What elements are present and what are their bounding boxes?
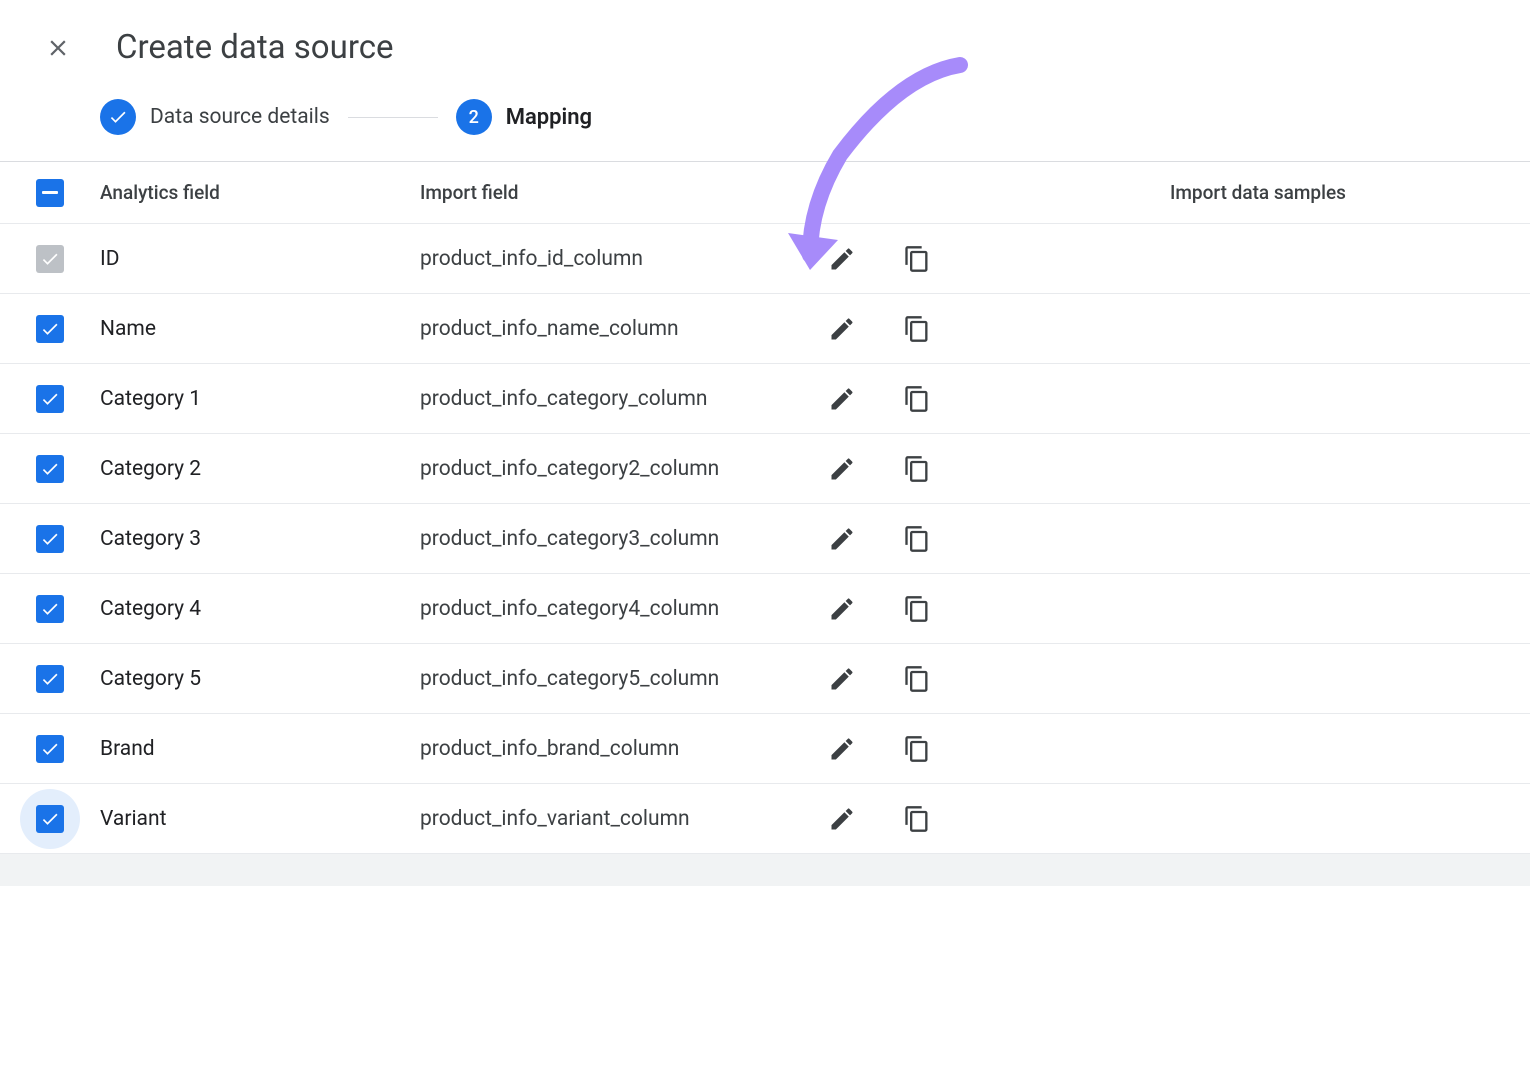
pencil-icon	[828, 735, 856, 763]
row-checkbox	[36, 245, 64, 273]
copy-button[interactable]	[895, 377, 939, 421]
step-1-label: Data source details	[150, 105, 330, 129]
table-row: Brandproduct_info_brand_column	[0, 714, 1530, 784]
copy-icon	[903, 735, 931, 763]
step-1-badge	[100, 99, 136, 135]
import-field-value: product_info_category4_column	[420, 597, 820, 621]
pencil-icon	[828, 595, 856, 623]
edit-button[interactable]	[820, 797, 864, 841]
edit-button[interactable]	[820, 587, 864, 631]
edit-button[interactable]	[820, 657, 864, 701]
analytics-field-value: Category 1	[100, 387, 420, 411]
pencil-icon	[828, 455, 856, 483]
edit-button[interactable]	[820, 727, 864, 771]
analytics-field-value: ID	[100, 247, 420, 271]
table-row: Nameproduct_info_name_column	[0, 294, 1530, 364]
table-row: Category 4product_info_category4_column	[0, 574, 1530, 644]
analytics-field-value: Category 5	[100, 667, 420, 691]
row-checkbox[interactable]	[36, 315, 64, 343]
analytics-field-value: Variant	[100, 807, 420, 831]
import-field-value: product_info_category3_column	[420, 527, 820, 551]
step-1[interactable]: Data source details	[100, 99, 330, 135]
copy-button[interactable]	[895, 657, 939, 701]
analytics-field-value: Category 3	[100, 527, 420, 551]
step-2-label: Mapping	[506, 105, 592, 130]
copy-icon	[903, 805, 931, 833]
copy-button[interactable]	[895, 447, 939, 491]
import-field-value: product_info_category5_column	[420, 667, 820, 691]
copy-icon	[903, 315, 931, 343]
pencil-icon	[828, 315, 856, 343]
edit-button[interactable]	[820, 237, 864, 281]
row-checkbox[interactable]	[36, 455, 64, 483]
copy-icon	[903, 595, 931, 623]
close-icon	[45, 35, 71, 61]
pencil-icon	[828, 805, 856, 833]
copy-button[interactable]	[895, 797, 939, 841]
column-import-samples: Import data samples	[970, 181, 1490, 204]
analytics-field-value: Name	[100, 317, 420, 341]
edit-button[interactable]	[820, 447, 864, 491]
copy-icon	[903, 245, 931, 273]
stepper: Data source details 2 Mapping	[0, 85, 1530, 162]
close-button[interactable]	[40, 30, 76, 66]
check-icon	[108, 107, 128, 127]
pencil-icon	[828, 385, 856, 413]
row-checkbox[interactable]	[36, 665, 64, 693]
import-field-value: product_info_id_column	[420, 247, 820, 271]
dialog-title: Create data source	[116, 28, 393, 67]
analytics-field-value: Category 2	[100, 457, 420, 481]
copy-icon	[903, 525, 931, 553]
column-analytics-field: Analytics field	[100, 181, 420, 204]
copy-button[interactable]	[895, 237, 939, 281]
table-row: Category 1product_info_category_column	[0, 364, 1530, 434]
import-field-value: product_info_brand_column	[420, 737, 820, 761]
step-divider	[348, 117, 438, 118]
pencil-icon	[828, 245, 856, 273]
table-row: Category 3product_info_category3_column	[0, 504, 1530, 574]
analytics-field-value: Category 4	[100, 597, 420, 621]
table-row: Category 5product_info_category5_column	[0, 644, 1530, 714]
analytics-field-value: Brand	[100, 737, 420, 761]
import-field-value: product_info_category_column	[420, 387, 820, 411]
row-checkbox[interactable]	[36, 805, 64, 833]
column-import-field: Import field	[420, 181, 820, 204]
step-2-badge: 2	[456, 99, 492, 135]
pencil-icon	[828, 665, 856, 693]
edit-button[interactable]	[820, 377, 864, 421]
row-checkbox[interactable]	[36, 385, 64, 413]
copy-button[interactable]	[895, 727, 939, 771]
table-row: Variantproduct_info_variant_column	[0, 784, 1530, 854]
copy-button[interactable]	[895, 517, 939, 561]
row-checkbox[interactable]	[36, 595, 64, 623]
import-field-value: product_info_variant_column	[420, 807, 820, 831]
copy-icon	[903, 455, 931, 483]
copy-button[interactable]	[895, 587, 939, 631]
table-header: Analytics field Import field Import data…	[0, 162, 1530, 224]
copy-icon	[903, 385, 931, 413]
pencil-icon	[828, 525, 856, 553]
edit-button[interactable]	[820, 517, 864, 561]
table-row: Category 2product_info_category2_column	[0, 434, 1530, 504]
import-field-value: product_info_category2_column	[420, 457, 820, 481]
import-field-value: product_info_name_column	[420, 317, 820, 341]
table-row: IDproduct_info_id_column	[0, 224, 1530, 294]
copy-button[interactable]	[895, 307, 939, 351]
edit-button[interactable]	[820, 307, 864, 351]
row-checkbox[interactable]	[36, 735, 64, 763]
copy-icon	[903, 665, 931, 693]
step-2[interactable]: 2 Mapping	[456, 99, 592, 135]
select-all-checkbox[interactable]	[36, 179, 64, 207]
row-checkbox[interactable]	[36, 525, 64, 553]
